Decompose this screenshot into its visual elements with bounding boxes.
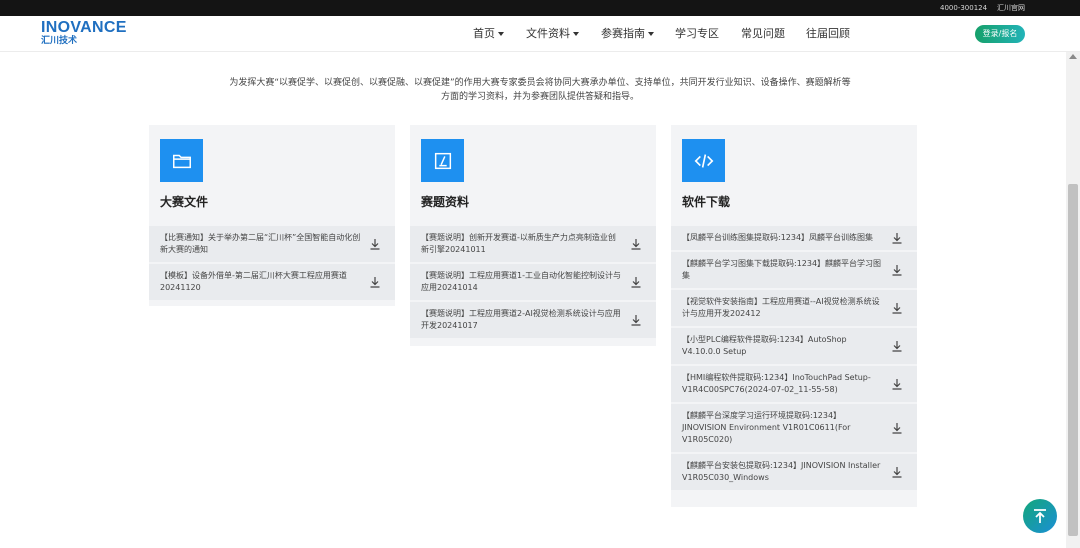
chevron-down-icon — [573, 32, 579, 36]
download-icon[interactable] — [891, 466, 903, 478]
logo-brand: INOVANCE — [41, 19, 127, 36]
card-title: 赛题资料 — [421, 195, 470, 209]
download-icon[interactable] — [891, 232, 903, 244]
logo-sub: 汇川技术 — [41, 36, 78, 46]
edit-icon — [421, 139, 464, 182]
list-item[interactable]: 【小型PLC编程软件提取码:1234】AutoShop V4.10.0.0 Se… — [671, 328, 917, 364]
list-item[interactable]: 【赛题说明】创新开发赛道-以新质生产力点亮制造业创新引擎20241011 — [410, 226, 656, 262]
logo[interactable]: INOVANCE 汇川技术 — [41, 19, 127, 47]
nav-item-home[interactable]: 首页 — [473, 27, 504, 41]
nav-item-faq[interactable]: 常见问题 — [741, 27, 785, 41]
arrow-up-icon — [1034, 509, 1046, 523]
download-icon[interactable] — [891, 302, 903, 314]
intro-line-1: 为发挥大赛“以赛促学、以赛促创、以赛促融、以赛促建”的作用大赛专家委员会将协同大… — [229, 78, 851, 88]
intro-text: 为发挥大赛“以赛促学、以赛促创、以赛促融、以赛促建”的作用大赛专家委员会将协同大… — [160, 76, 920, 104]
list-item[interactable]: 【麒麟平台深度学习运行环境提取码:1234】JINOVISION Environ… — [671, 404, 917, 452]
official-site-link[interactable]: 汇川官网 — [997, 2, 1025, 14]
download-icon[interactable] — [891, 340, 903, 352]
back-to-top-button[interactable] — [1023, 499, 1057, 533]
intro-line-2: 方面的学习资料，并为参赛团队提供答疑和指导。 — [440, 92, 639, 102]
download-icon[interactable] — [630, 314, 642, 326]
hotline-phone: 4000-300124 — [940, 4, 988, 12]
scroll-thumb[interactable] — [1068, 184, 1078, 536]
top-bar: 4000-300124 汇川官网 — [0, 0, 1080, 16]
folder-icon — [160, 139, 203, 182]
download-icon[interactable] — [369, 238, 381, 250]
card-title: 大赛文件 — [160, 195, 209, 209]
list-item[interactable]: 【比赛通知】关于举办第二届“汇川杯”全国智能自动化创新大赛的通知 — [149, 226, 395, 262]
chevron-down-icon — [498, 32, 504, 36]
nav-item-documents[interactable]: 文件资料 — [526, 27, 579, 41]
card-software-download: 软件下载 【凤麟平台训练图集提取码:1234】凤麟平台训练图集 【麒麟平台学习图… — [671, 125, 917, 507]
download-icon[interactable] — [630, 238, 642, 250]
download-icon[interactable] — [630, 276, 642, 288]
code-icon — [682, 139, 725, 182]
download-icon[interactable] — [369, 276, 381, 288]
nav-item-learning[interactable]: 学习专区 — [675, 27, 719, 41]
card-contest-materials: 赛题资料 【赛题说明】创新开发赛道-以新质生产力点亮制造业创新引擎2024101… — [410, 125, 656, 346]
card-title: 软件下载 — [682, 195, 731, 209]
list-item[interactable]: 【视觉软件安装指南】工程应用赛道--AI视觉检测系统设计与应用开发202412 — [671, 290, 917, 326]
list-item[interactable]: 【凤麟平台训练图集提取码:1234】凤麟平台训练图集 — [671, 226, 917, 250]
list-item[interactable]: 【麒麟平台安装包提取码:1234】JINOVISION Installer V1… — [671, 454, 917, 490]
chevron-down-icon — [648, 32, 654, 36]
main-nav: INOVANCE 汇川技术 首页 文件资料 参赛指南 学习专区 常见问题 往届回… — [0, 16, 1080, 52]
nav-item-guide[interactable]: 参赛指南 — [601, 27, 654, 41]
page-scrollbar[interactable] — [1066, 52, 1080, 548]
download-icon[interactable] — [891, 422, 903, 434]
download-icon[interactable] — [891, 264, 903, 276]
download-icon[interactable] — [891, 378, 903, 390]
list-item[interactable]: 【模板】设备外借单-第二届汇川杯大赛工程应用赛道20241120 — [149, 264, 395, 300]
login-register-button[interactable]: 登录/报名 — [975, 25, 1025, 43]
list-item[interactable]: 【HMI编程软件提取码:1234】InoTouchPad Setup-V1R4C… — [671, 366, 917, 402]
list-item[interactable]: 【赛题说明】工程应用赛道1-工业自动化智能控制设计与应用20241014 — [410, 264, 656, 300]
scroll-up-arrow-icon[interactable] — [1069, 54, 1077, 59]
list-item[interactable]: 【赛题说明】工程应用赛道2-AI视觉检测系统设计与应用开发20241017 — [410, 302, 656, 338]
card-contest-files: 大赛文件 【比赛通知】关于举办第二届“汇川杯”全国智能自动化创新大赛的通知 【模… — [149, 125, 395, 306]
list-item[interactable]: 【麒麟平台学习图集下载提取码:1234】麒麟平台学习图集 — [671, 252, 917, 288]
nav-item-review[interactable]: 往届回顾 — [806, 27, 850, 41]
